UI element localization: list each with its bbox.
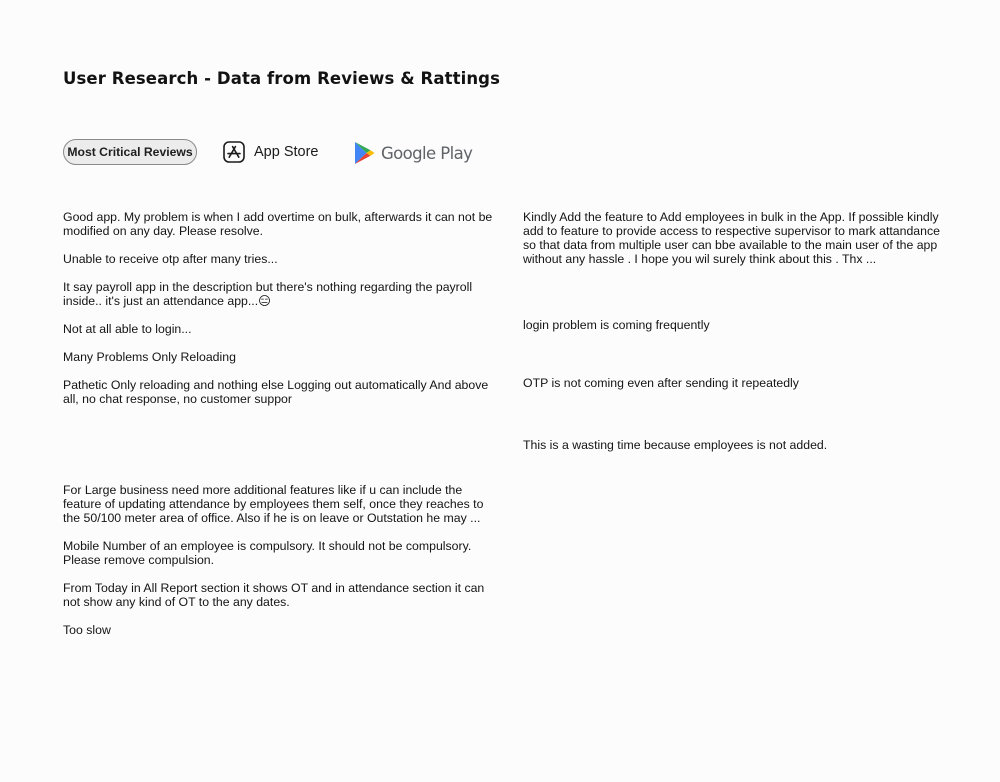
google-play-filter[interactable]: Google Play [354, 141, 473, 165]
review-text: Good app. My problem is when I add overt… [63, 210, 493, 238]
review-text: Unable to receive otp after many tries..… [63, 252, 278, 266]
review-text: Many Problems Only Reloading [63, 350, 236, 364]
review-text: login problem is coming frequently [523, 318, 710, 332]
review-text: Not at all able to login... [63, 322, 192, 336]
review-text: From Today in All Report section it show… [63, 581, 485, 609]
google-play-icon [355, 142, 375, 164]
app-store-icon [223, 141, 245, 163]
most-critical-reviews-tab[interactable]: Most Critical Reviews [63, 139, 197, 165]
review-text: Mobile Number of an employee is compulso… [63, 539, 472, 567]
app-store-label: App Store [254, 144, 319, 160]
review-text: OTP is not coming even after sending it … [523, 376, 799, 390]
review-text: Pathetic Only reloading and nothing else… [63, 378, 489, 406]
google-play-label: Google Play [381, 143, 473, 163]
app-store-filter[interactable]: App Store [223, 141, 319, 163]
review-text: For Large business need more additional … [63, 483, 484, 525]
review-text: Too slow [63, 623, 111, 637]
review-text: This is a wasting time because employees… [523, 438, 828, 452]
page-title: User Research - Data from Reviews & Ratt… [63, 69, 501, 88]
review-text: Kindly Add the feature to Add employees … [523, 210, 940, 266]
review-text: It say payroll app in the description bu… [63, 280, 473, 308]
